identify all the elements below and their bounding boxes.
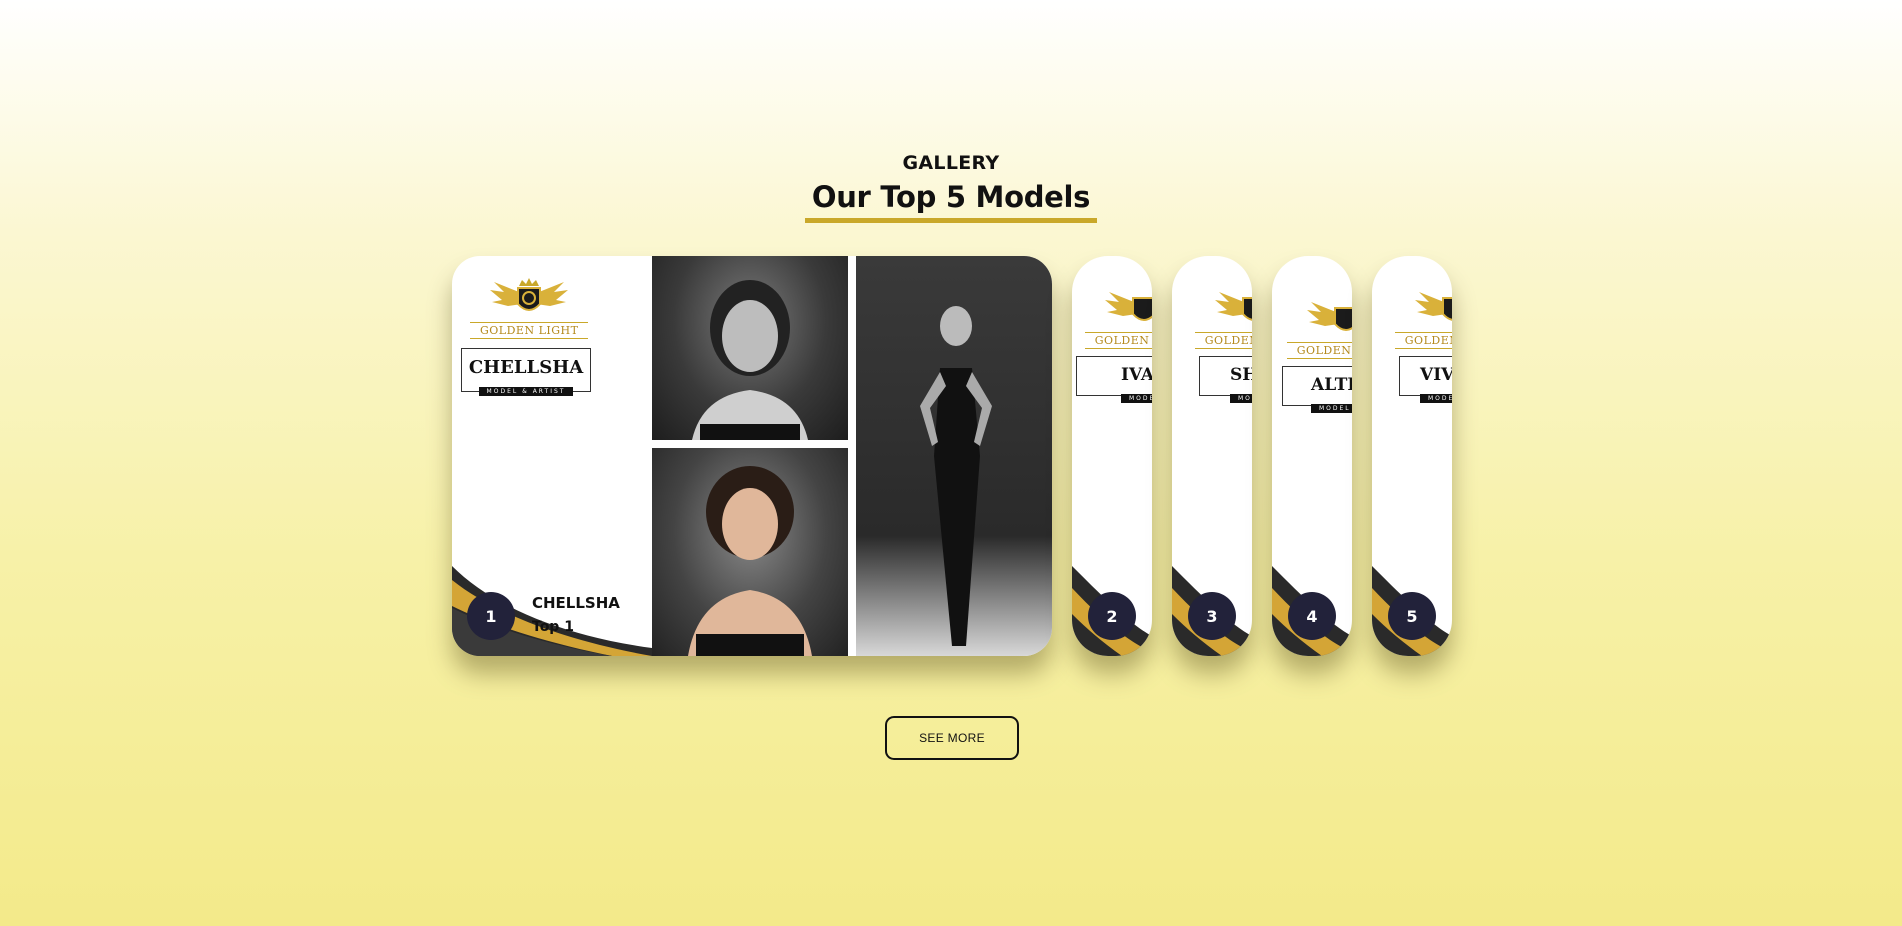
portrait-photo-top (652, 256, 848, 440)
section-header: GALLERY Our Top 5 Models (0, 152, 1902, 223)
model-card-3[interactable]: GOLDEN LIGHT SH MODEL & ARTIST 3 (1172, 256, 1252, 656)
crest-icon (1105, 292, 1152, 321)
model-card-5[interactable]: GOLDEN LIGHT VIV MODEL & ARTIST 5 (1372, 256, 1452, 656)
model-card-featured[interactable]: GOLDEN LIGHT CHELLSHA MODEL & ARTIST 1 C… (452, 256, 1052, 656)
portrait-color-icon (688, 466, 812, 656)
rank-badge: 5 (1388, 592, 1436, 640)
brand-name: GOLDEN LIGHT (1394, 332, 1452, 349)
brand-name: GOLDEN LIGHT (1084, 332, 1152, 349)
poster-name: SH (1230, 365, 1252, 385)
poster-namebox: VIV MODEL & ARTIST (1399, 356, 1452, 403)
brand-name: GOLDEN LIGHT (1194, 332, 1252, 349)
brand-logo: GOLDEN LIGHT (1194, 284, 1252, 349)
portrait-photo-bottom (652, 448, 848, 656)
poster-name: ALTI (1311, 375, 1352, 395)
poster-namebox: ALTI MODEL & ARTIST (1282, 366, 1352, 413)
rank-badge: 3 (1188, 592, 1236, 640)
crest-icon (490, 278, 569, 311)
rank-badge: 1 (467, 592, 515, 640)
portrait-silhouette-icon (692, 280, 808, 440)
see-more-button[interactable]: SEE MORE (885, 716, 1019, 760)
brand-logo: GOLDEN LIGHT (470, 274, 589, 339)
crest-icon (1215, 292, 1252, 321)
model-name: CHELLSHA (532, 594, 620, 612)
section-eyebrow: GALLERY (902, 152, 1000, 174)
rank-badge: 2 (1088, 592, 1136, 640)
poster-tagline: MODEL & ARTIST (478, 387, 574, 396)
full-body-photo (856, 256, 1052, 656)
model-card-2[interactable]: GOLDEN LIGHT IVA MODEL & ARTIST 2 (1072, 256, 1152, 656)
model-card-4[interactable]: GOLDEN LIGHT ALTI MODEL & ARTIST 4 (1272, 256, 1352, 656)
poster-tagline: MODEL & ARTIST (1420, 394, 1452, 403)
full-body-silhouette-icon (920, 306, 992, 646)
poster-tagline: MODEL & ARTIST (1230, 394, 1252, 403)
brand-name: GOLDEN LIGHT (470, 322, 589, 339)
poster-tagline: MODEL & ARTIST (1311, 404, 1352, 413)
poster-name: CHELLSHA (468, 357, 584, 378)
brand-logo: GOLDEN LIGHT (1394, 284, 1452, 349)
brand-name: GOLDEN LIGHT (1286, 342, 1352, 359)
model-subtitle: Top 1 (532, 619, 574, 635)
poster-namebox: SH MODEL & ARTIST (1199, 356, 1252, 403)
crest-icon (1415, 292, 1452, 321)
rank-badge: 4 (1288, 592, 1336, 640)
poster-name: IVA (1121, 365, 1152, 385)
poster-name: VIV (1420, 365, 1452, 385)
brand-logo: GOLDEN LIGHT (1084, 284, 1152, 349)
poster-namebox: IVA MODEL & ARTIST (1076, 356, 1152, 403)
poster-tagline: MODEL & ARTIST (1121, 394, 1152, 403)
brand-logo: GOLDEN LIGHT (1286, 294, 1352, 359)
section-title: Our Top 5 Models (811, 180, 1091, 214)
crest-icon (1307, 302, 1352, 331)
title-underline (805, 218, 1097, 223)
poster-namebox: CHELLSHA MODEL & ARTIST (461, 348, 591, 396)
